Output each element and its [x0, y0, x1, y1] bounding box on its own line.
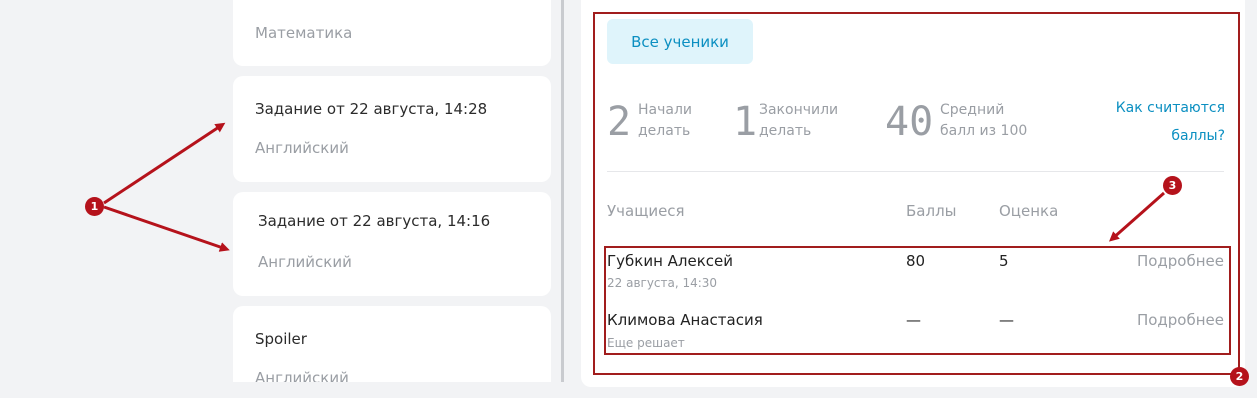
arrow-to-task-1416 [103, 205, 230, 252]
arrow-to-task-1428 [103, 122, 226, 205]
task-title: Spoiler [255, 330, 307, 348]
annotation-frame-rows [604, 246, 1231, 355]
task-subject: Английский [258, 253, 352, 271]
annotation-badge-2: 2 [1230, 367, 1249, 386]
task-card-spoiler[interactable]: Spoiler Английский [233, 306, 551, 382]
task-card-aug22-1428[interactable]: Задание от 22 августа, 14:28 Английский [233, 76, 551, 182]
task-title: Задание от 22 августа, 14:28 [255, 100, 488, 118]
task-subject: Английский [255, 139, 349, 157]
task-subject: Математика [255, 24, 353, 42]
annotation-badge-3: 3 [1163, 176, 1182, 195]
task-subject: Английский [255, 369, 349, 382]
task-card-aug22-1416[interactable]: Задание от 22 августа, 14:16 Английский [233, 192, 551, 296]
annotation-badge-1: 1 [85, 197, 104, 216]
task-card-math[interactable]: Математика [233, 0, 551, 66]
task-title: Задание от 22 августа, 14:16 [258, 212, 491, 230]
column-divider [561, 0, 564, 382]
